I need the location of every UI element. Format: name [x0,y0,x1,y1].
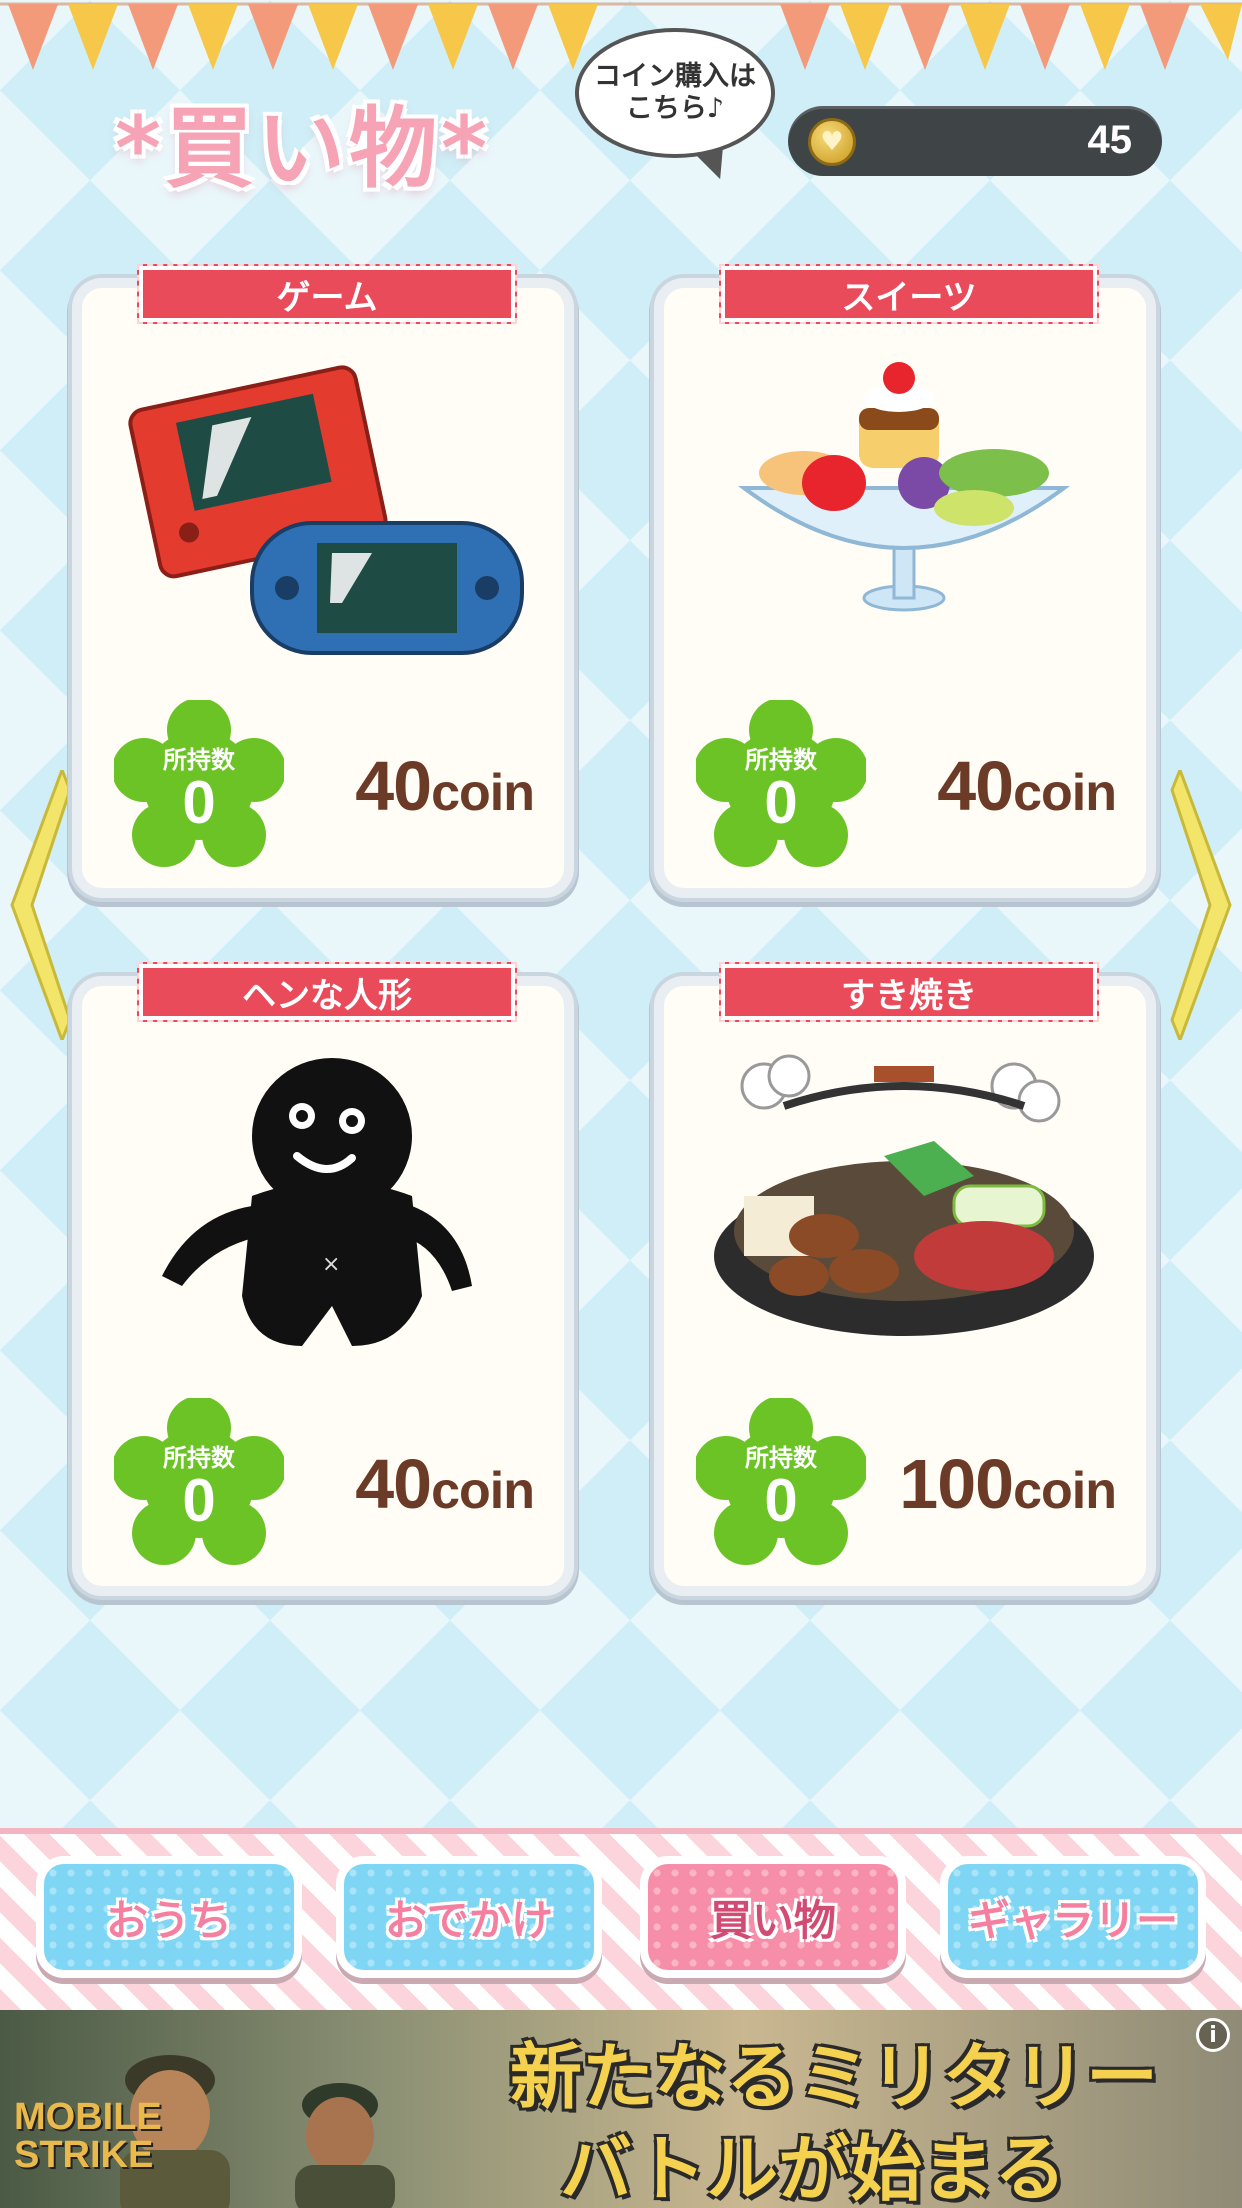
item-name-ribbon: すき焼き [719,962,1099,1022]
owned-count: 0 [182,769,216,836]
item-name-ribbon: ゲーム [137,264,517,324]
item-name-ribbon: ヘンな人形 [137,962,517,1022]
item-price: 40coin [355,747,535,825]
game-console-icon [128,365,524,655]
shop-item-card-sukiyaki[interactable]: すき焼き 所持数 0 100coin [654,962,1156,1596]
nav-home-button[interactable]: おうち [36,1856,302,1978]
shop-item-card-doll[interactable]: ヘンな人形 × 所持数 0 40coin [72,962,574,1596]
item-name-ribbon: スイーツ [719,264,1099,324]
coin-balance: 45 [1087,118,1133,162]
ad-headline-2: バトルが始まる [560,2127,1067,2208]
buy-coins-button[interactable]: コイン購入は こちら♪ [575,28,775,158]
shop-item-card-game[interactable]: ゲーム 所持数 0 40coin [72,264,574,898]
prev-page-arrow-icon[interactable] [2,770,72,1040]
ad-headline-1: 新たなるミリタリー [510,2035,1159,2119]
nav-gallery-button[interactable]: ギャラリー [940,1856,1206,1978]
bottom-nav: おうち おでかけ 買い物 ギャラリー [0,1828,1242,2014]
shop-item-card-sweets[interactable]: スイーツ 所持数 0 40coin [654,264,1156,898]
owned-count: 0 [764,769,798,836]
owned-count: 0 [182,1467,216,1534]
sundae-icon [737,362,1071,612]
sukiyaki-icon [714,1054,1094,1336]
coin-balance-bar: ♥ 45 [788,106,1162,176]
next-page-arrow-icon[interactable] [1170,770,1240,1040]
doll-icon: × [162,1058,472,1346]
item-price: 40coin [937,747,1117,825]
page-title: *買い物* [115,97,492,200]
nav-shopping-button[interactable]: 買い物 [640,1856,906,1978]
owned-count: 0 [764,1467,798,1534]
nav-outing-button[interactable]: おでかけ [336,1856,602,1978]
ad-info-icon[interactable]: i [1196,2018,1230,2052]
heart-coin-icon: ♥ [808,118,856,166]
item-price: 40coin [355,1445,535,1523]
ad-logo: MOBILE STRIKE [14,2096,162,2176]
ad-banner[interactable]: MOBILE STRIKE 新たなるミリタリー バトルが始まる i [0,2010,1242,2208]
item-price: 100coin [899,1445,1117,1523]
svg-text:×: × [322,1252,340,1277]
